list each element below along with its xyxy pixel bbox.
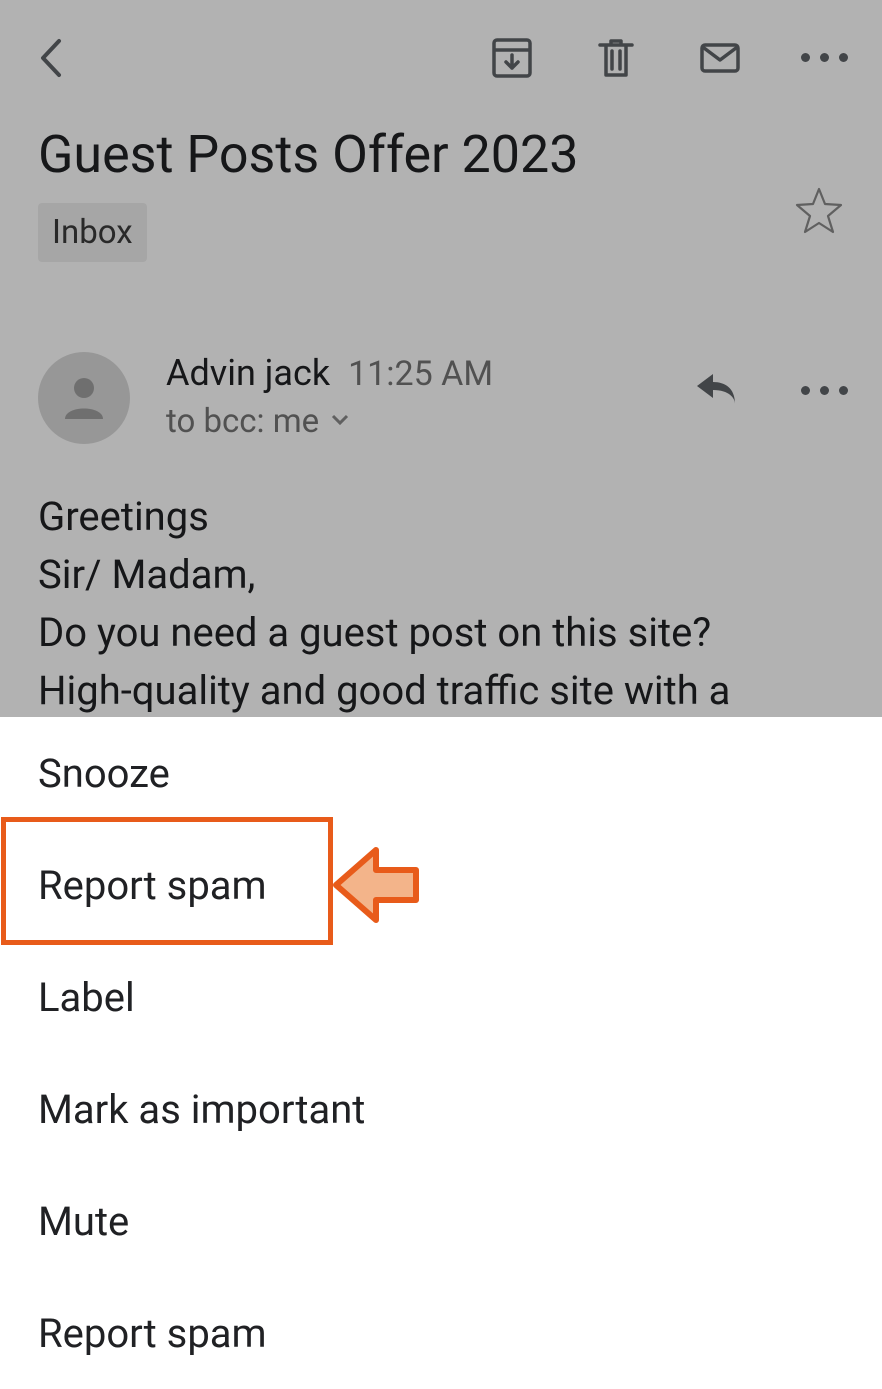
sender-name: Advin jack [166, 352, 330, 394]
body-line: Greetings [38, 493, 209, 540]
avatar[interactable] [38, 352, 130, 444]
menu-item-report-spam[interactable]: Report spam [0, 829, 882, 941]
overflow-menu: Snooze Report spam Label Mark as importa… [0, 717, 882, 1388]
email-body: Greetings Sir/ Madam, Do you need a gues… [0, 444, 882, 720]
more-icon[interactable] [800, 34, 848, 82]
sender-row: Advin jack 11:25 AM to bcc: me [0, 262, 882, 444]
message-more-icon[interactable] [801, 386, 848, 395]
star-icon[interactable] [794, 125, 844, 239]
inbox-label-chip[interactable]: Inbox [38, 203, 147, 262]
delete-icon[interactable] [592, 34, 640, 82]
subject-row: Guest Posts Offer 2023 Inbox [0, 115, 882, 262]
body-line: High-quality and good traffic site with … [38, 667, 730, 714]
recipient-text: to bcc: me [166, 402, 319, 441]
back-icon[interactable] [28, 34, 76, 82]
menu-item-mute[interactable]: Mute [0, 1165, 882, 1277]
body-line: Do you need a guest post on this site? [38, 609, 711, 656]
archive-icon[interactable] [488, 34, 536, 82]
menu-item-label[interactable]: Label [0, 941, 882, 1053]
reply-icon[interactable] [691, 364, 741, 418]
menu-item-mark-important[interactable]: Mark as important [0, 1053, 882, 1165]
sender-time: 11:25 AM [348, 354, 493, 394]
menu-item-snooze[interactable]: Snooze [0, 717, 882, 829]
mark-unread-icon[interactable] [696, 34, 744, 82]
toolbar [0, 0, 882, 115]
body-line: Sir/ Madam, [38, 551, 255, 598]
email-subject: Guest Posts Offer 2023 [38, 125, 794, 185]
recipient-dropdown[interactable]: to bcc: me [166, 402, 691, 441]
email-view-background: Guest Posts Offer 2023 Inbox Advin jack … [0, 0, 882, 717]
chevron-down-icon [329, 408, 351, 434]
menu-item-report-spam-2[interactable]: Report spam [0, 1277, 882, 1389]
